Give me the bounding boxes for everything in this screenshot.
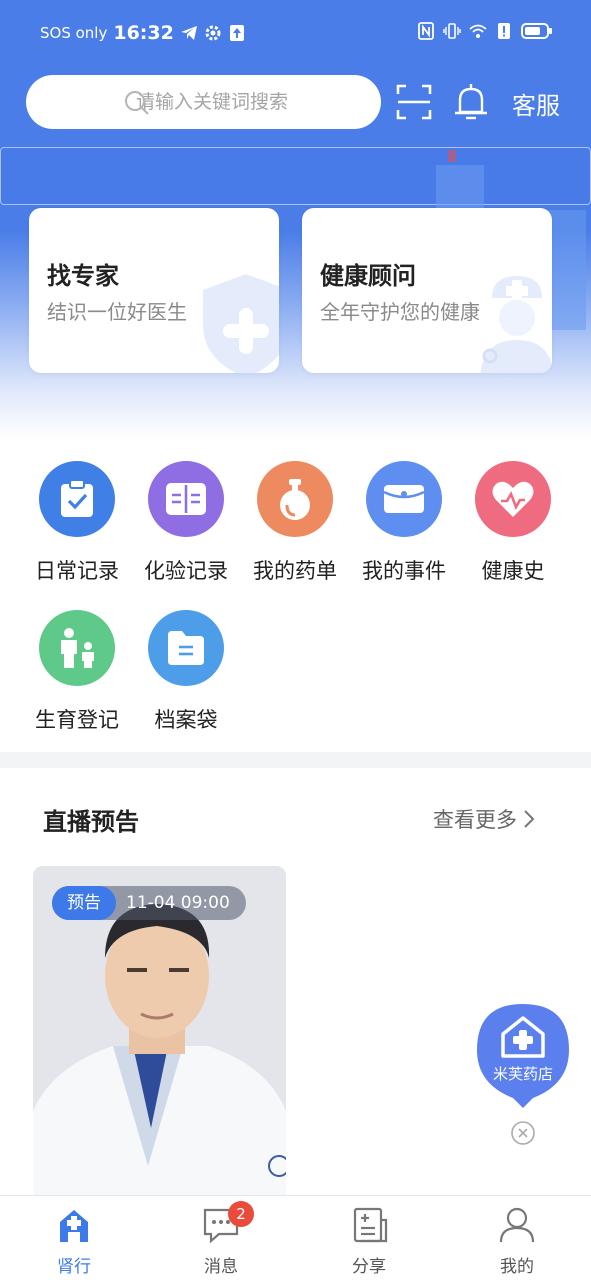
bell-icon[interactable] bbox=[452, 82, 490, 122]
customer-service-button[interactable]: 客服 bbox=[512, 86, 560, 121]
live-datetime: 11-04 09:00 bbox=[126, 893, 230, 913]
card-title: 健康顾问 bbox=[320, 262, 416, 290]
shortcut-daily-record[interactable]: 日常记录 bbox=[22, 461, 132, 585]
parent-child-icon bbox=[61, 628, 94, 668]
live-tag: 预告 11-04 09:00 bbox=[52, 886, 246, 920]
view-more-label: 查看更多 bbox=[433, 808, 517, 832]
message-badge: 2 bbox=[228, 1201, 254, 1227]
find-expert-card[interactable]: 找专家 结识一位好医生 bbox=[29, 208, 279, 373]
search-bar[interactable] bbox=[26, 75, 381, 129]
scan-icon[interactable] bbox=[396, 84, 432, 120]
shortcut-icon-bg bbox=[257, 461, 333, 537]
share-doc-icon bbox=[353, 1207, 388, 1243]
tab-bar: 肾行 消息 分享 我的 bbox=[0, 1195, 591, 1280]
envelope-icon bbox=[383, 485, 425, 513]
shortcut-icon-bg bbox=[475, 461, 551, 537]
card-title: 找专家 bbox=[47, 262, 119, 290]
health-advisor-card[interactable]: 健康顾问 全年守护您的健康 bbox=[302, 208, 552, 373]
shortcut-label: 生育登记 bbox=[35, 708, 119, 732]
shortcut-label: 化验记录 bbox=[144, 559, 228, 583]
section-title: 直播预告 bbox=[43, 808, 139, 836]
carrier-text: SOS only bbox=[40, 24, 108, 42]
heart-pulse-icon bbox=[492, 481, 534, 517]
tab-profile[interactable]: 我的 bbox=[472, 1206, 562, 1277]
shortcut-health-history[interactable]: 健康史 bbox=[458, 461, 568, 585]
clipboard-check-icon bbox=[61, 479, 93, 517]
shortcut-label: 日常记录 bbox=[35, 559, 119, 583]
book-icon bbox=[166, 483, 206, 515]
shortcut-lab-record[interactable]: 化验记录 bbox=[131, 461, 241, 585]
pharmacy-label: 米芙药店 bbox=[492, 1065, 553, 1083]
shortcut-icon-bg bbox=[148, 461, 224, 537]
section-divider bbox=[0, 752, 591, 768]
shortcut-archive-bag[interactable]: 档案袋 bbox=[131, 610, 241, 734]
shortcut-my-events[interactable]: 我的事件 bbox=[349, 461, 459, 585]
shortcut-icon-bg bbox=[366, 461, 442, 537]
nurse-icon bbox=[480, 276, 552, 373]
home-icon bbox=[60, 1210, 88, 1242]
tab-label: 分享 bbox=[352, 1257, 386, 1277]
upload-icon bbox=[229, 25, 244, 41]
nfc-icon bbox=[418, 22, 434, 40]
pharmacy-fab[interactable] bbox=[473, 1000, 573, 1110]
medicine-bottle-icon bbox=[280, 479, 310, 520]
alert-icon bbox=[498, 23, 510, 39]
user-icon bbox=[499, 1207, 535, 1243]
folder-icon bbox=[168, 631, 204, 665]
shortcut-label: 我的药单 bbox=[253, 559, 337, 583]
card-subtitle: 全年守护您的健康 bbox=[320, 300, 480, 324]
close-icon[interactable] bbox=[510, 1120, 536, 1146]
shortcut-medicine-list[interactable]: 我的药单 bbox=[240, 461, 350, 585]
search-input[interactable] bbox=[136, 91, 366, 113]
shortcut-icon-bg bbox=[39, 461, 115, 537]
search-icon bbox=[125, 91, 149, 115]
vibrate-icon bbox=[443, 23, 461, 39]
card-subtitle: 结识一位好医生 bbox=[47, 300, 187, 324]
tab-label: 消息 bbox=[204, 1257, 238, 1277]
shortcut-label: 我的事件 bbox=[362, 559, 446, 583]
wifi-icon bbox=[469, 24, 487, 38]
tab-share[interactable]: 分享 bbox=[324, 1206, 414, 1277]
clock: 16:32 bbox=[113, 22, 174, 44]
view-more-link[interactable]: 查看更多 bbox=[433, 804, 535, 834]
shortcut-label: 健康史 bbox=[481, 559, 545, 583]
tab-home[interactable]: 肾行 bbox=[29, 1206, 119, 1277]
shortcut-label: 档案袋 bbox=[154, 708, 218, 732]
shortcut-birth-registration[interactable]: 生育登记 bbox=[22, 610, 132, 734]
shortcut-icon-bg bbox=[39, 610, 115, 686]
shortcut-icon-bg bbox=[148, 610, 224, 686]
telegram-icon bbox=[180, 26, 197, 40]
preview-badge: 预告 bbox=[52, 886, 116, 920]
tab-label: 我的 bbox=[500, 1257, 534, 1277]
tab-label: 肾行 bbox=[57, 1257, 91, 1277]
battery-icon bbox=[521, 23, 552, 39]
live-preview-card[interactable]: 预告 11-04 09:00 bbox=[33, 866, 286, 1196]
shield-plus-icon bbox=[203, 274, 279, 373]
gear-icon bbox=[205, 25, 221, 41]
chevron-right-icon bbox=[524, 810, 535, 828]
status-bar: SOS only 16:32 bbox=[0, 0, 591, 64]
